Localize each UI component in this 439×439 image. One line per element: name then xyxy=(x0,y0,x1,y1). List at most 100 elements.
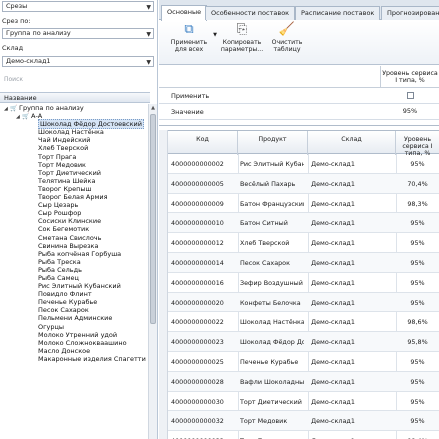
table-row[interactable]: 4000000000005 Весёлый Пахарь Демо-склад1 70… xyxy=(168,173,439,194)
scroll-up-icon[interactable]: ▲ xyxy=(149,104,157,112)
tree-item[interactable]: Рис Элитный Кубанский xyxy=(0,282,148,290)
table-row[interactable]: 4000000000030 Торт Диетический Демо-склад1… xyxy=(168,392,439,412)
cell-service-level[interactable]: 95,8% xyxy=(396,338,439,346)
tree-item[interactable]: Торт Диетический xyxy=(0,169,148,177)
table-row[interactable]: 4000000000023 Шоколад Фёдор До... Демо-скл… xyxy=(168,332,439,352)
tree-item-label: Масло Донское xyxy=(38,346,91,355)
cell-warehouse: Демо-склад1 xyxy=(311,377,355,386)
table-row[interactable]: 4000000000012 Хлеб Тверской Демо-склад1 95% xyxy=(168,233,439,253)
tab-forecasting[interactable]: Прогнозирование xyxy=(381,6,439,20)
cell-service-level[interactable]: 95% xyxy=(396,299,439,307)
tree-item[interactable]: Творог Крепыш xyxy=(0,185,148,193)
table-row[interactable]: 4000000000009 Батон Французский Демо-склад… xyxy=(168,194,439,214)
tree-item[interactable]: Повидло Флинт xyxy=(0,290,148,298)
cell-product: Вафли Шоколадные xyxy=(240,377,304,386)
cell-service-level[interactable]: 95% xyxy=(396,417,439,425)
tree-item[interactable]: Песок Сахарок xyxy=(0,306,148,314)
tree-item[interactable]: Телятина Шейка xyxy=(0,177,148,185)
cell-service-level[interactable]: 95% xyxy=(396,279,439,287)
tree-scrollbar[interactable]: ▲ xyxy=(148,104,157,439)
slices-label: Срезы ▼ xyxy=(2,1,154,12)
tree-item[interactable]: Торт Медовик xyxy=(0,161,148,169)
tree-item[interactable]: Торт Прага xyxy=(0,153,148,161)
tree-item[interactable]: Рыба копчёная Горбуша xyxy=(0,250,148,258)
tree-item-label: Молоко Утренний удой xyxy=(38,330,118,339)
cell-product: Батон Французский xyxy=(240,199,304,208)
warehouse-combo[interactable]: Демо-склад1 ▼ xyxy=(2,56,154,67)
table-row[interactable]: 4000000000022 Шоколад Настёнка Демо-склад1… xyxy=(168,312,439,333)
search-input[interactable]: Поиск xyxy=(4,76,23,83)
tree-item[interactable]: Масло Донское xyxy=(0,347,148,355)
cell-service-level[interactable]: 95% xyxy=(396,219,439,227)
table-row[interactable]: 4000000000014 Песок Сахарок Демо-склад1 95% xyxy=(168,253,439,273)
tree-item[interactable]: Чай Индейский xyxy=(0,136,148,144)
tree-item[interactable]: Сок Бегемотик xyxy=(0,225,148,233)
cell-service-level[interactable]: 95% xyxy=(396,160,439,168)
cell-service-level[interactable]: 98,6% xyxy=(396,318,439,326)
apply-all-button[interactable]: ⧉ Применить для всех xyxy=(167,23,211,63)
tree-item[interactable]: Свинина Вырезка xyxy=(0,242,148,250)
tab-supply-schedule[interactable]: Расписание поставок xyxy=(295,6,381,20)
tree-item[interactable]: Сметана Свислочь xyxy=(0,234,148,242)
column-header-warehouse[interactable]: Склад xyxy=(308,131,396,155)
defaults-grid: Уровень сервиса I типа, % Применить Знач… xyxy=(159,66,439,126)
cell-warehouse: Демо-склад1 xyxy=(311,278,355,287)
slice-by-combo[interactable]: Группа по анализу ▼ xyxy=(2,28,154,39)
cell-service-level[interactable]: 70,4% xyxy=(396,180,439,188)
tree-item[interactable]: Печенье Курабье xyxy=(0,298,148,306)
slices-combo[interactable]: Срезы ▼ xyxy=(2,1,154,12)
tree-item-label: Творог Крепыш xyxy=(38,184,92,193)
apply-checkbox[interactable] xyxy=(406,91,414,99)
tree-item[interactable]: Сыр Рошфор xyxy=(0,209,148,217)
tree-item[interactable]: Творог Белая Армия xyxy=(0,193,148,201)
tree-item[interactable]: Рыба Треска xyxy=(0,258,148,266)
tree-item-label: Рис Элитный Кубанский xyxy=(38,282,121,291)
cell-service-level[interactable]: 95% xyxy=(396,378,439,386)
tree-item[interactable]: Макаронные изделия Спагетти xyxy=(0,355,148,363)
tree-node-root[interactable]: ◢ 🛒 Группа по анализу xyxy=(0,104,148,112)
tree-item[interactable]: Молоко Сложнокваашино xyxy=(0,339,148,347)
grid-header-row: Код Продукт Склад Уровень сервиса I типа… xyxy=(168,130,439,157)
row-selector-gutter[interactable] xyxy=(159,130,168,439)
table-row[interactable]: 4000000000016 Зефир Воздушный Демо-склад1 9… xyxy=(168,273,439,293)
tab-main[interactable]: Основные xyxy=(161,5,208,21)
tree-item[interactable]: Молоко Утренний удой xyxy=(0,331,148,339)
default-service-value[interactable]: 95% xyxy=(381,107,439,115)
tree-item-label: Сыр Рошфор xyxy=(38,209,82,218)
tree-item[interactable]: Сосиски Клинские xyxy=(0,217,148,225)
tree-item[interactable]: Шоколад Настёнка xyxy=(0,128,148,136)
tree-item[interactable]: Пельмени Админские xyxy=(0,314,148,322)
table-row[interactable]: 4000000000033Торт ПрагаДемо-склад198,4% xyxy=(168,431,439,439)
tree-item[interactable]: Рыба Сельдь xyxy=(0,266,148,274)
table-row[interactable]: 4000000000028 Вафли Шоколадные Демо-склад1… xyxy=(168,371,439,392)
tree-item[interactable]: Шоколад Фёдор Достоевский xyxy=(0,119,148,130)
tree-item[interactable]: Сыр Цезарь xyxy=(0,201,148,209)
cell-product: Торт Медовик xyxy=(240,417,288,426)
cell-service-level[interactable]: 98,3% xyxy=(396,200,439,208)
tree-item[interactable]: Рыба Самец xyxy=(0,274,148,282)
column-header-product[interactable]: Продукт xyxy=(238,131,308,155)
tree-item[interactable]: Огурцы xyxy=(0,323,148,331)
cell-warehouse: Демо-склад1 xyxy=(311,259,355,267)
table-row[interactable]: 4000000000010 Батон Ситный Демо-склад1 95% xyxy=(168,213,439,234)
tree-column-header[interactable]: Название xyxy=(0,92,150,103)
cell-service-level[interactable]: 95% xyxy=(396,358,439,366)
tree-item-label: Творог Белая Армия xyxy=(38,193,108,202)
table-row[interactable]: 4000000000020 Конфеты Белочка Демо-склад1 9… xyxy=(168,292,439,313)
table-row[interactable]: 4000000000002 Рис Элитный Кубан... Демо-ск… xyxy=(168,154,439,174)
clear-table-button[interactable]: 🧹 Очистить таблицу xyxy=(267,23,307,63)
scrollbar-thumb[interactable] xyxy=(150,114,156,324)
cell-service-level[interactable]: 95% xyxy=(396,398,439,406)
column-header-service[interactable]: Уровень сервиса I типа, % xyxy=(396,131,439,157)
cell-warehouse: Демо-склад1 xyxy=(311,219,355,228)
tree-item-label: Хлеб Тверской xyxy=(38,144,89,153)
tab-supply-features[interactable]: Особенности поставок xyxy=(205,6,296,20)
cell-service-level[interactable]: 95% xyxy=(396,259,439,267)
table-row[interactable]: 4000000000025 Печенье Курабье Демо-склад1 9… xyxy=(168,352,439,372)
column-header-code[interactable]: Код xyxy=(168,131,238,155)
tree-item[interactable]: Хлеб Тверской xyxy=(0,144,148,152)
table-row[interactable]: 4000000000032 Торт Медовик Демо-склад1 95% xyxy=(168,411,439,432)
apply-dropdown-button[interactable]: ▼ xyxy=(211,31,219,71)
cell-service-level[interactable]: 95% xyxy=(396,239,439,247)
copy-params-button[interactable]: ⎘ Копировать параметры... xyxy=(219,23,265,63)
